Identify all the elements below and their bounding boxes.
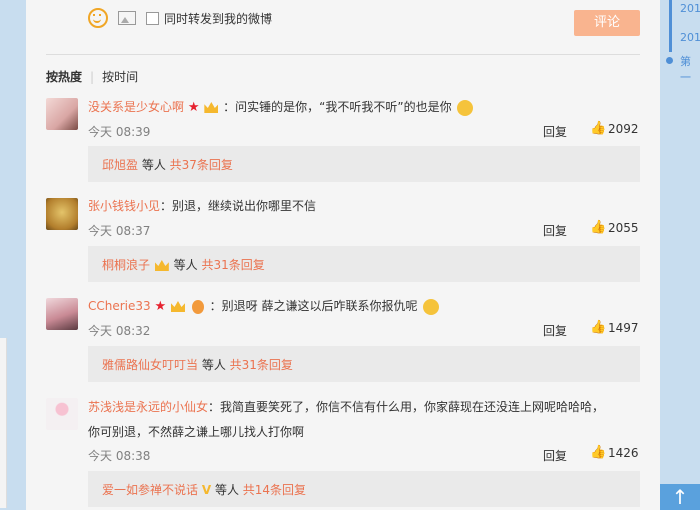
sort-by-time-tab[interactable]: 按时间 (102, 70, 138, 84)
avatar[interactable] (46, 298, 78, 330)
sub-reply-user[interactable]: 邱旭盈 (102, 158, 138, 172)
sort-separator: | (90, 70, 95, 84)
crown-badge-icon (170, 301, 185, 312)
comment-username[interactable]: 没关系是少女心啊 (88, 100, 184, 114)
sub-reply-count[interactable]: 共31条回复 (230, 358, 293, 372)
avatar[interactable] (46, 98, 78, 130)
crown-badge-icon (154, 260, 169, 271)
timeline-first[interactable]: 第一 (680, 53, 700, 85)
emoji-icon[interactable] (88, 8, 108, 28)
like-button[interactable]: 👍 1497 (590, 320, 639, 336)
like-count: 2092 (608, 122, 639, 136)
comment-text: ：问实锤的是你，“我不听我不听”的也是你 (223, 100, 452, 114)
comment-time: 今天 08:39 (88, 125, 151, 139)
cat-emoji-icon (423, 298, 440, 315)
crown-badge-icon (204, 102, 219, 113)
like-button[interactable]: 👍 1426 (590, 445, 639, 461)
thumbs-up-icon: 👍 (590, 445, 607, 460)
sub-reply-user[interactable]: 雅儒路仙女叮叮当 (102, 358, 198, 372)
reply-button[interactable]: 回复 (543, 322, 567, 339)
thumbs-up-icon: 👍 (590, 320, 607, 335)
back-to-top-button[interactable]: ↑ (660, 484, 700, 510)
comment-text-continued: 你可别退，不然薛之谦上哪儿找人打你啊 (88, 425, 305, 439)
left-panel-edge (0, 338, 7, 508)
sub-reply-mid: 等人 (138, 158, 170, 172)
sub-replies-box[interactable]: 桐桐浪子 等人 共31条回复 (88, 246, 640, 282)
avatar[interactable] (46, 198, 78, 230)
like-button[interactable]: 👍 2092 (590, 121, 639, 137)
sort-by-hot-tab[interactable]: 按热度 (46, 70, 82, 84)
comment-time: 今天 08:32 (88, 324, 151, 338)
comment-time: 今天 08:37 (88, 224, 151, 238)
sub-replies-box[interactable]: 雅儒路仙女叮叮当 等人 共31条回复 (88, 346, 640, 382)
like-count: 1426 (608, 446, 639, 460)
sub-reply-user[interactable]: 桐桐浪子 (102, 258, 150, 272)
sort-tabs: 按热度 | 按时间 (46, 68, 138, 85)
forward-label: 同时转发到我的微博 (164, 11, 273, 26)
reply-button[interactable]: 回复 (543, 222, 567, 239)
comment-username[interactable]: 张小钱钱小见 (88, 199, 160, 213)
like-count: 2055 (608, 221, 639, 235)
thumbs-up-icon: 👍 (590, 121, 607, 136)
sub-reply-mid: 等人 (169, 258, 202, 272)
sub-reply-count[interactable]: 共14条回复 (243, 483, 306, 497)
timeline-dot (666, 57, 673, 64)
timeline-year-1[interactable]: 201 (680, 2, 700, 15)
comment-username[interactable]: CCherie33 (88, 299, 151, 313)
sub-replies-box[interactable]: 邱旭盈 等人 共37条回复 (88, 146, 640, 182)
thumbs-up-icon: 👍 (590, 220, 607, 235)
comment-text: ：别退，继续说出你哪里不信 (160, 199, 317, 213)
sub-reply-count[interactable]: 共31条回复 (201, 258, 264, 272)
timeline-year-2[interactable]: 201 (680, 31, 700, 44)
timeline-bar (669, 0, 672, 52)
v-badge-icon: V (201, 483, 212, 497)
comment-button[interactable]: 评论 (574, 10, 640, 36)
image-icon[interactable] (118, 11, 136, 25)
balloon-badge-icon (191, 299, 204, 314)
comment-username[interactable]: 苏浅浅是永远的小仙女 (88, 400, 208, 414)
sub-reply-user[interactable]: 爱一如参禅不说话 (102, 483, 198, 497)
comment-text: ：我简直要笑死了，你信不信有什么用，你家薛现在还没连上网呢哈哈哈， (208, 400, 605, 414)
sub-reply-mid: 等人 (198, 358, 230, 372)
like-count: 1497 (608, 321, 639, 335)
reply-button[interactable]: 回复 (543, 447, 567, 464)
reply-button[interactable]: 回复 (543, 123, 567, 140)
sub-reply-count[interactable]: 共37条回复 (170, 158, 233, 172)
sub-reply-mid: 等人 (211, 483, 243, 497)
forward-checkbox[interactable] (146, 11, 159, 25)
avatar[interactable] (46, 398, 78, 430)
dog-emoji-icon (457, 99, 474, 116)
comment-composer-toolbar: 同时转发到我的微博 (88, 6, 272, 30)
sub-replies-box[interactable]: 爱一如参禅不说话 V 等人 共14条回复 (88, 471, 640, 507)
comment-time: 今天 08:38 (88, 449, 151, 463)
like-button[interactable]: 👍 2055 (590, 220, 639, 236)
divider (46, 54, 640, 55)
vip-star-icon: ★ (154, 299, 167, 314)
vip-star-icon: ★ (187, 100, 200, 115)
comment-text: ：别退呀 薛之谦这以后咋联系你报仇呢 (209, 299, 418, 313)
